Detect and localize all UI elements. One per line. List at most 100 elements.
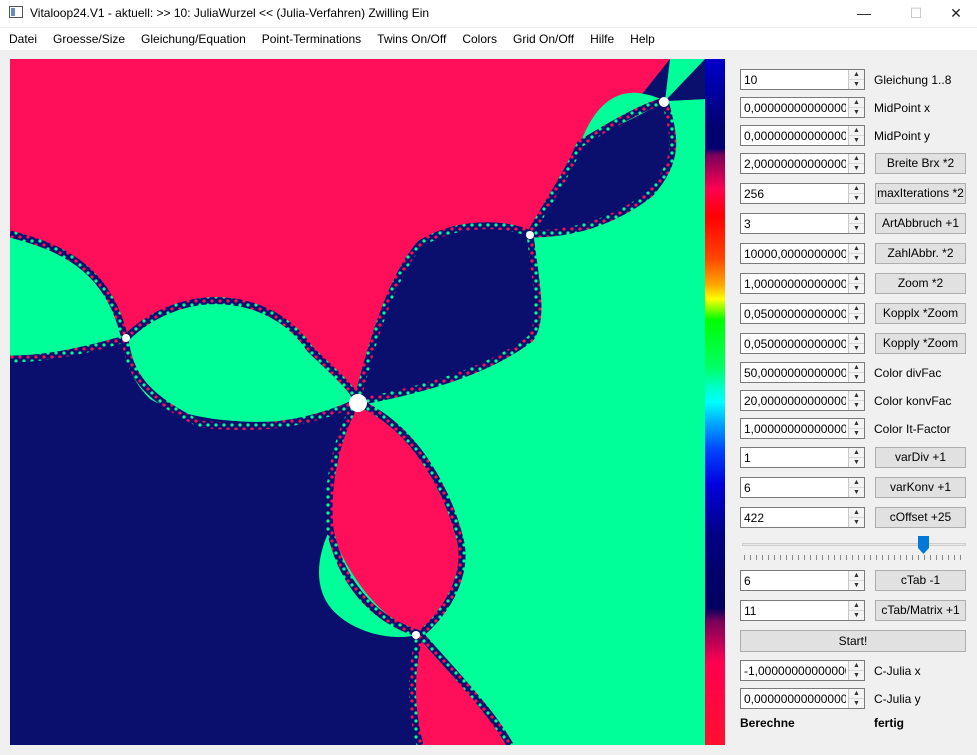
koppl-y-button[interactable]: Kopply *Zoom (875, 333, 966, 354)
art-abbruch-value[interactable]: 3 (744, 217, 846, 231)
menu-colors[interactable]: Colors (454, 28, 505, 50)
zoom-button[interactable]: Zoom *2 (875, 273, 966, 294)
spin-up-icon[interactable]: ▲ (849, 478, 864, 488)
menu-twins[interactable]: Twins On/Off (369, 28, 454, 50)
spin-up-icon[interactable]: ▲ (849, 184, 864, 194)
gleichung-value[interactable]: 10 (744, 73, 846, 87)
koppl-y-spinbox[interactable]: 0,0500000000000000 ▲▼ (740, 333, 865, 354)
koppl-y-value[interactable]: 0,0500000000000000 (744, 337, 846, 351)
spin-up-icon[interactable]: ▲ (849, 214, 864, 224)
spin-down-icon[interactable]: ▼ (849, 488, 864, 497)
spin-up-icon[interactable]: ▲ (849, 274, 864, 284)
spin-up-icon[interactable]: ▲ (849, 304, 864, 314)
c-tab-matrix-spinbox[interactable]: 11 ▲ ▼ (740, 600, 865, 621)
c-offset-spinbox[interactable]: 422 ▲ ▼ (740, 507, 865, 528)
spin-up-icon[interactable]: ▲ (849, 126, 864, 136)
spin-down-icon[interactable]: ▼ (849, 429, 864, 438)
spin-up-icon[interactable]: ▲ (849, 601, 864, 611)
c-tab-button[interactable]: cTab -1 (875, 570, 966, 591)
menu-point-terminations[interactable]: Point-Terminations (254, 28, 369, 50)
zahl-abbr-value[interactable]: 10000,000000000000 (744, 247, 846, 261)
spin-down-icon[interactable]: ▼ (849, 314, 864, 323)
zahl-abbr-spinbox[interactable]: 10000,000000000000 ▲▼ (740, 243, 865, 264)
spin-up-icon[interactable]: ▲ (849, 661, 864, 671)
max-iterations-button[interactable]: maxIterations *2 (875, 183, 966, 204)
spin-up-icon[interactable]: ▲ (849, 689, 864, 699)
zoom-spinbox[interactable]: 1,0000000000000000 ▲▼ (740, 273, 865, 294)
spin-down-icon[interactable]: ▼ (849, 458, 864, 467)
slider-track[interactable] (742, 543, 966, 546)
var-konv-button[interactable]: varKonv +1 (875, 477, 966, 498)
c-offset-button[interactable]: cOffset +25 (875, 507, 966, 528)
gleichung-spinbox[interactable]: 10 ▲ ▼ (740, 69, 865, 90)
fractal-canvas[interactable] (10, 59, 705, 745)
c-julia-y-spinbox[interactable]: 0,0000000000000000 ▲▼ (740, 688, 865, 709)
zahl-abbr-button[interactable]: ZahlAbbr. *2 (875, 243, 966, 264)
spin-down-icon[interactable]: ▼ (849, 254, 864, 263)
start-button[interactable]: Start! (740, 630, 966, 652)
menu-hilfe[interactable]: Hilfe (582, 28, 622, 50)
spin-down-icon[interactable]: ▼ (849, 611, 864, 620)
c-tab-matrix-button[interactable]: cTab/Matrix +1 (875, 600, 966, 621)
c-julia-x-value[interactable]: -1,0000000000000000 (744, 664, 846, 678)
color-itfactor-spinbox[interactable]: 1,0000000000000000 ▲▼ (740, 418, 865, 439)
spin-up-icon[interactable]: ▲ (849, 508, 864, 518)
spin-up-icon[interactable]: ▲ (849, 391, 864, 401)
midpoint-x-spinbox[interactable]: 0,0000000000000000 ▲▼ (740, 97, 865, 118)
spin-down-icon[interactable]: ▼ (849, 80, 864, 89)
spin-down-icon[interactable]: ▼ (849, 194, 864, 203)
var-konv-spinbox[interactable]: 6 ▲ ▼ (740, 477, 865, 498)
midpoint-y-value[interactable]: 0,0000000000000000 (744, 129, 846, 143)
c-tab-spinbox[interactable]: 6 ▲ ▼ (740, 570, 865, 591)
spin-up-icon[interactable]: ▲ (849, 154, 864, 164)
spin-down-icon[interactable]: ▼ (849, 164, 864, 173)
spin-down-icon[interactable]: ▼ (849, 581, 864, 590)
c-tab-value[interactable]: 6 (744, 574, 846, 588)
spin-down-icon[interactable]: ▼ (849, 518, 864, 527)
menu-grid[interactable]: Grid On/Off (505, 28, 582, 50)
color-divfac-value[interactable]: 50,000000000000000 (744, 366, 846, 380)
menu-groesse[interactable]: Groesse/Size (45, 28, 133, 50)
midpoint-y-spinbox[interactable]: 0,0000000000000000 ▲▼ (740, 125, 865, 146)
spin-down-icon[interactable]: ▼ (849, 401, 864, 410)
var-div-button[interactable]: varDiv +1 (875, 447, 966, 468)
spin-down-icon[interactable]: ▼ (849, 344, 864, 353)
spin-down-icon[interactable]: ▼ (849, 136, 864, 145)
menu-help[interactable]: Help (622, 28, 663, 50)
spin-up-icon[interactable]: ▲ (849, 334, 864, 344)
c-offset-value[interactable]: 422 (744, 511, 846, 525)
spin-up-icon[interactable]: ▲ (849, 244, 864, 254)
koppl-x-value[interactable]: 0,0500000000000000 (744, 307, 846, 321)
spin-down-icon[interactable]: ▼ (849, 699, 864, 708)
color-itfactor-value[interactable]: 1,0000000000000000 (744, 422, 846, 436)
midpoint-x-value[interactable]: 0,0000000000000000 (744, 101, 846, 115)
art-abbruch-spinbox[interactable]: 3 ▲ ▼ (740, 213, 865, 234)
spin-up-icon[interactable]: ▲ (849, 448, 864, 458)
color-divfac-spinbox[interactable]: 50,000000000000000 ▲▼ (740, 362, 865, 383)
zoom-value[interactable]: 1,0000000000000000 (744, 277, 846, 291)
c-julia-y-value[interactable]: 0,0000000000000000 (744, 692, 846, 706)
spin-up-icon[interactable]: ▲ (849, 571, 864, 581)
art-abbruch-button[interactable]: ArtAbbruch +1 (875, 213, 966, 234)
spin-down-icon[interactable]: ▼ (849, 224, 864, 233)
menu-gleichung[interactable]: Gleichung/Equation (133, 28, 254, 50)
breite-button[interactable]: Breite Brx *2 (875, 153, 966, 174)
spin-down-icon[interactable]: ▼ (849, 108, 864, 117)
spin-down-icon[interactable]: ▼ (849, 284, 864, 293)
spin-down-icon[interactable]: ▼ (849, 671, 864, 680)
color-konvfac-value[interactable]: 20,000000000000000 (744, 394, 846, 408)
c-julia-x-spinbox[interactable]: -1,0000000000000000 ▲▼ (740, 660, 865, 681)
breite-value[interactable]: 2,0000000000000000 (744, 157, 846, 171)
var-div-value[interactable]: 1 (744, 451, 846, 465)
max-iterations-value[interactable]: 256 (744, 187, 846, 201)
minimize-button[interactable]: — (841, 0, 887, 27)
color-konvfac-spinbox[interactable]: 20,000000000000000 ▲▼ (740, 390, 865, 411)
max-iterations-spinbox[interactable]: 256 ▲ ▼ (740, 183, 865, 204)
spin-up-icon[interactable]: ▲ (849, 363, 864, 373)
close-button[interactable]: ✕ (933, 0, 977, 27)
koppl-x-spinbox[interactable]: 0,0500000000000000 ▲▼ (740, 303, 865, 324)
menu-datei[interactable]: Datei (0, 28, 45, 50)
spin-up-icon[interactable]: ▲ (849, 98, 864, 108)
slider-thumb[interactable] (918, 536, 929, 554)
spin-up-icon[interactable]: ▲ (849, 70, 864, 80)
